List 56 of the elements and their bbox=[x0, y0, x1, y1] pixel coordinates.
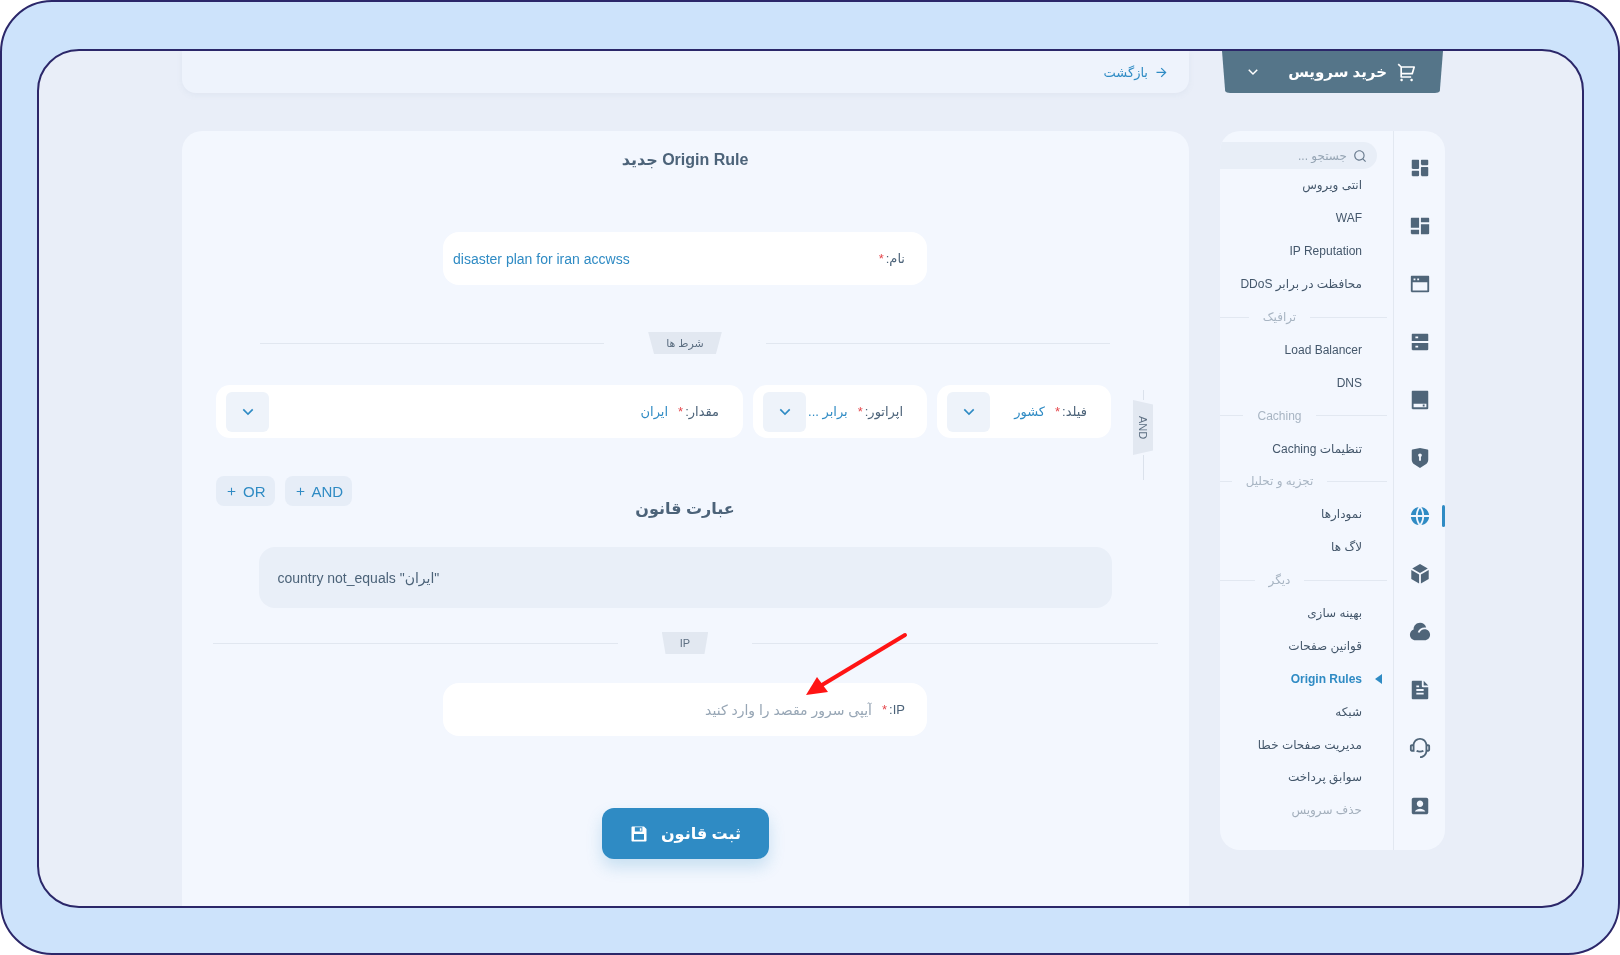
sidebar-item[interactable]: نمودارها bbox=[1220, 497, 1393, 531]
panels-icon bbox=[1408, 215, 1431, 237]
selected-value: برابر ... bbox=[808, 404, 848, 419]
field-label: نام: bbox=[885, 251, 905, 266]
sidebar-item[interactable]: قوانین صفحات bbox=[1220, 629, 1393, 663]
sidebar-section-title: Caching bbox=[1257, 408, 1302, 423]
selected-value: کشور bbox=[1014, 404, 1046, 419]
cube-icon bbox=[1408, 563, 1431, 585]
form-title: Origin Rule جدید bbox=[621, 150, 749, 171]
sidebar-item[interactable]: لاگ ها bbox=[1220, 530, 1393, 564]
sidebar-item[interactable]: انتی ویروس bbox=[1220, 169, 1393, 202]
field-label: مقدار: bbox=[685, 404, 719, 419]
section-label: IP bbox=[661, 632, 709, 654]
required-mark: * bbox=[878, 251, 884, 266]
headset-icon bbox=[1408, 737, 1431, 759]
required-mark: * bbox=[882, 702, 888, 717]
sidebar-section-title: ترافیک bbox=[1262, 310, 1297, 324]
select-field[interactable]: فیلد:* کشور bbox=[937, 385, 1111, 438]
sidebar-item[interactable]: محافظت در برابر DDoS bbox=[1220, 267, 1393, 301]
search-input[interactable]: جستجو ... bbox=[1220, 148, 1347, 163]
sidebar-item[interactable]: بهینه سازی bbox=[1220, 596, 1393, 630]
field-label: اپراتور: bbox=[864, 404, 903, 419]
sidebar-item[interactable]: تنظیمات Caching bbox=[1220, 432, 1393, 465]
sidebar-section-title: تجزیه و تحلیل bbox=[1245, 474, 1314, 489]
selected-value: ایران bbox=[640, 404, 669, 419]
sidebar-item[interactable]: DNS bbox=[1220, 366, 1393, 400]
buy-service-button[interactable]: خرید سرویس bbox=[1222, 51, 1443, 93]
required-mark: * bbox=[1055, 404, 1061, 419]
triangle-marker-icon bbox=[1375, 673, 1382, 684]
required-mark: * bbox=[857, 404, 863, 419]
section-title: عبارت قانون bbox=[635, 499, 735, 519]
rule-expression: country not_equals "ایران" bbox=[258, 547, 1112, 608]
sidebar-item[interactable]: شبکه bbox=[1220, 695, 1393, 729]
save-rule-button[interactable]: ثبت قانون bbox=[601, 808, 769, 859]
cloud-icon bbox=[1408, 621, 1431, 643]
select-field[interactable]: مقدار:* ایران bbox=[216, 385, 743, 438]
ip-input[interactable]: آیپی سرور مقصد را وارد کنید bbox=[453, 701, 872, 718]
search-field[interactable]: جستجو ... bbox=[1220, 142, 1377, 169]
section-label: شرط ها bbox=[648, 332, 722, 354]
field-label: فیلد: bbox=[1062, 404, 1087, 419]
sidebar-item[interactable]: IP Reputation bbox=[1220, 234, 1393, 268]
select-field[interactable]: اپراتور:* برابر ... bbox=[753, 385, 927, 438]
sidebar-item[interactable]: سوابق پرداخت bbox=[1220, 761, 1393, 794]
cart-icon bbox=[1397, 62, 1417, 82]
required-mark: * bbox=[678, 404, 684, 419]
browser-window-icon bbox=[1408, 273, 1431, 295]
sidebar-item[interactable]: Origin Rules bbox=[1220, 662, 1393, 696]
joiner-label: AND bbox=[1133, 400, 1153, 455]
sidebar-section-title: دیگر bbox=[1268, 573, 1291, 588]
globe-icon bbox=[1408, 505, 1431, 527]
field-label: IP: bbox=[889, 702, 905, 717]
sidebar-item[interactable]: Load Balancer bbox=[1220, 333, 1393, 367]
sidebar-item[interactable]: WAF bbox=[1220, 201, 1393, 235]
search-icon bbox=[1353, 148, 1367, 163]
name-input[interactable]: disaster plan for iran accwss bbox=[453, 250, 869, 267]
sidebar-item[interactable]: مدیریت صفحات خطا bbox=[1220, 728, 1393, 762]
